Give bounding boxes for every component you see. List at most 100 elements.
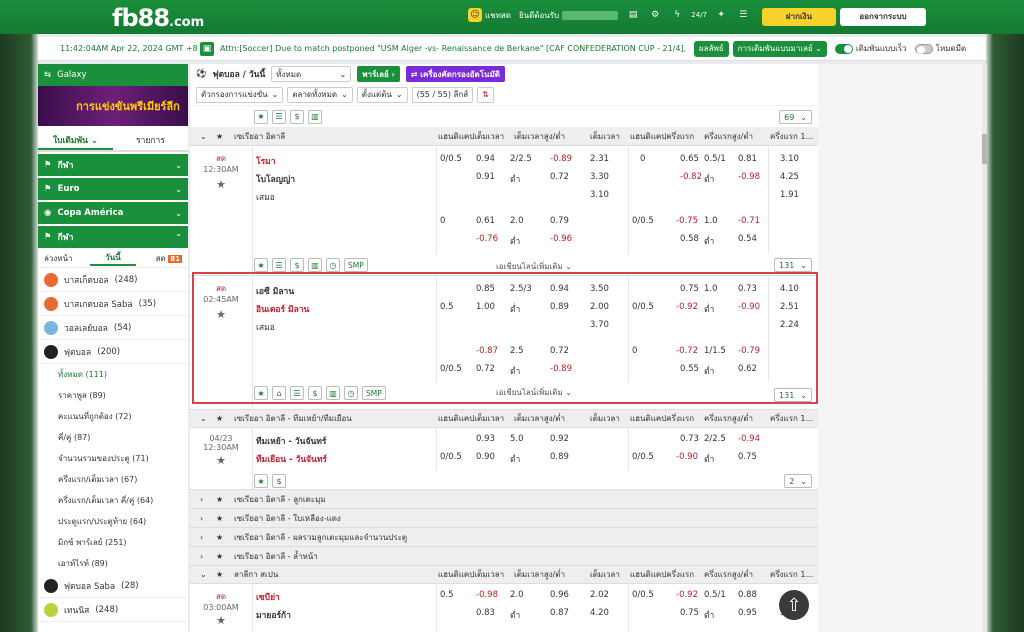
league-count-select[interactable]: (55 / 55) ลีกส์: [411, 86, 474, 103]
all-markets-select[interactable]: ตลาดทั้งหมด ⌄: [287, 86, 353, 103]
galaxy-button[interactable]: ⇆ Galaxy: [38, 64, 188, 86]
star-icon[interactable]: ★: [216, 495, 223, 504]
odds-cell[interactable]: 0.5: [440, 590, 454, 600]
odds-cell[interactable]: 2.02: [590, 590, 609, 600]
match-filter-select[interactable]: ตัวกรองการแข่งขัน ⌄: [196, 86, 284, 103]
sidebar-league-item[interactable]: จำนวนรวมของประตู (71): [38, 448, 188, 469]
sort-arrows-icon[interactable]: ⇅: [477, 86, 494, 103]
odds-cell[interactable]: 0.75: [738, 452, 757, 462]
sidebar-sport-basketball-saba[interactable]: บาสเกตบอล Saba (35): [38, 292, 188, 316]
odds-cell[interactable]: 0.61: [476, 216, 495, 226]
odds-cell[interactable]: 0.94: [476, 154, 495, 164]
odds-cell[interactable]: 0.83: [476, 608, 495, 618]
odds-cell[interactable]: ต่ำ: [510, 172, 520, 186]
odds-cell[interactable]: 1.91: [780, 190, 799, 200]
sidebar-cat-sports[interactable]: ⚑ กีฬา ⌄: [38, 154, 188, 176]
sidebar-league-item[interactable]: ครึ่งแรก/เต็มเวลา (67): [38, 469, 188, 490]
parlay-button[interactable]: พาร์เลย์ ›: [357, 66, 400, 82]
odds-cell[interactable]: 0/0.5: [632, 452, 654, 462]
odds-cell[interactable]: 3.30: [590, 172, 609, 182]
page-select[interactable]: 69 ⌄: [779, 110, 812, 124]
odds-cell[interactable]: 0.95: [738, 608, 757, 618]
favorite-star-icon[interactable]: ★: [190, 178, 252, 191]
list-view-icon[interactable]: ☰: [272, 258, 286, 272]
odds-cell[interactable]: 3.10: [780, 154, 799, 164]
odds-cell[interactable]: 3.10: [590, 190, 609, 200]
odds-cell[interactable]: 0.93: [476, 434, 495, 444]
dollar-icon[interactable]: $: [290, 109, 304, 124]
dollar-icon[interactable]: $: [272, 474, 286, 488]
star-icon[interactable]: ★: [216, 570, 223, 579]
settings-icon[interactable]: ⚙: [648, 8, 662, 22]
odds-cell[interactable]: 0/0.5: [440, 452, 462, 462]
star-icon[interactable]: ★: [216, 514, 223, 523]
sort-select[interactable]: ตั้งแต่ต้น ⌄: [356, 86, 408, 103]
odds-cell[interactable]: 0/0.5: [632, 216, 654, 226]
league-header[interactable]: ⌄ ★ เซเรียอา อิตาลี - ทีมเหย้า/ทีมเยือน แฮน…: [190, 410, 818, 428]
list-view-icon[interactable]: ☰: [272, 109, 286, 124]
odds-cell[interactable]: 2.0: [510, 216, 524, 226]
odds-cell[interactable]: -0.76: [476, 234, 498, 244]
star-icon[interactable]: ★: [254, 258, 268, 272]
odds-cell[interactable]: -0.90: [676, 452, 698, 462]
sidebar-league-item[interactable]: มิกซ์ พาร์เลย์ (251): [38, 532, 188, 553]
odds-cell[interactable]: -0.96: [550, 234, 572, 244]
odds-cell[interactable]: -0.71: [738, 216, 760, 226]
odds-cell[interactable]: 0.73: [680, 434, 699, 444]
scrollbar-thumb[interactable]: [982, 134, 987, 164]
odds-cell[interactable]: 0.5/1: [704, 154, 726, 164]
odds-cell[interactable]: 0.65: [680, 154, 699, 164]
odds-cell[interactable]: ต่ำ: [704, 234, 714, 248]
star-icon[interactable]: ★: [216, 414, 223, 423]
wallet-icon[interactable]: ▤: [626, 8, 640, 22]
sidebar-league-item[interactable]: ประตูแรก/ประตูท้าย (64): [38, 511, 188, 532]
stats-icon[interactable]: ▥: [308, 109, 322, 124]
odds-cell[interactable]: 0.91: [476, 172, 495, 182]
odds-cell[interactable]: 0.81: [738, 154, 757, 164]
odds-cell[interactable]: 2.31: [590, 154, 609, 164]
sidebar-cat-sports-today[interactable]: ⚑ กีฬา ⌃: [38, 226, 188, 248]
odds-cell[interactable]: 2/2.5: [510, 154, 532, 164]
odds-cell[interactable]: 4.25: [780, 172, 799, 182]
deposit-button[interactable]: ฝากเงิน: [762, 8, 836, 26]
results-button[interactable]: ผลลัพธ์: [694, 40, 729, 57]
odds-cell[interactable]: -0.98: [738, 172, 760, 182]
odds-cell[interactable]: -0.75: [676, 216, 698, 226]
list-icon[interactable]: ☰: [736, 8, 750, 22]
collapsed-league[interactable]: › ★ เซเรียอา อิตาลี - ใบเหลือง-แดง: [190, 509, 818, 528]
24h-icon[interactable]: 24/7: [691, 8, 707, 22]
live-chat[interactable]: ☺ แชทสด: [468, 8, 511, 22]
odds-cell[interactable]: 2.0: [510, 590, 524, 600]
tab-early[interactable]: ล่วงหน้า: [44, 252, 90, 265]
league-header[interactable]: ⌄ ★ ลาลีกา สเปน แฮนดิแคปเต็มเวลา เต็มเวลาสูง…: [190, 566, 818, 584]
news-marquee[interactable]: Attn:[Soccer] Due to match postponed "US…: [220, 44, 690, 53]
announcement-icon[interactable]: ▣: [200, 41, 214, 56]
odds-cell[interactable]: -0.89: [550, 154, 572, 164]
odds-cell[interactable]: 0.89: [550, 452, 569, 462]
odds-cell[interactable]: 0.96: [550, 590, 569, 600]
odds-cell[interactable]: ต่ำ: [510, 608, 520, 622]
market-count[interactable]: 2 ⌄: [784, 474, 812, 488]
odds-cell[interactable]: 0.92: [550, 434, 569, 444]
site-logo[interactable]: fb88.com: [112, 4, 204, 32]
favorite-star-icon[interactable]: ★: [190, 614, 252, 627]
odds-cell[interactable]: 0.75: [680, 608, 699, 618]
sidebar-cat-euro[interactable]: ⚑ Euro ⌄: [38, 178, 188, 200]
favorite-star-icon[interactable]: ★: [190, 454, 252, 467]
collapsed-league[interactable]: › ★ เซเรียอา อิตาลี - ลูกเตะมุม: [190, 490, 818, 509]
auto-filter-button[interactable]: ⇄ เครื่องคัดกรองอัตโนมัติ: [405, 66, 505, 82]
star-icon[interactable]: ★: [254, 474, 268, 488]
odds-type-select[interactable]: การเดิมพันแบบมาเลย์ ⌄: [732, 40, 827, 57]
sidebar-league-item[interactable]: ราคาพูล (89): [38, 385, 188, 406]
sidebar-sport-basketball[interactable]: บาสเก็ตบอล (248): [38, 268, 188, 292]
league-header[interactable]: ⌄ ★ เซเรียอา อิตาลี แฮนดิแคปเต็มเวลา เต็มเวล…: [190, 128, 818, 146]
dollar-icon[interactable]: $: [290, 258, 304, 272]
tab-today[interactable]: วันนี้: [90, 251, 136, 266]
sidebar-sport-football-saba[interactable]: ฟุตบอล Saba (28): [38, 574, 188, 598]
gift-icon[interactable]: ✦: [714, 8, 728, 22]
odds-cell[interactable]: 0: [640, 154, 645, 164]
odds-cell[interactable]: 0.88: [738, 590, 757, 600]
odds-cell[interactable]: ต่ำ: [704, 172, 714, 186]
sidebar-cat-copa[interactable]: ◉ Copa América ⌄: [38, 202, 188, 224]
odds-cell[interactable]: 4.20: [590, 608, 609, 618]
